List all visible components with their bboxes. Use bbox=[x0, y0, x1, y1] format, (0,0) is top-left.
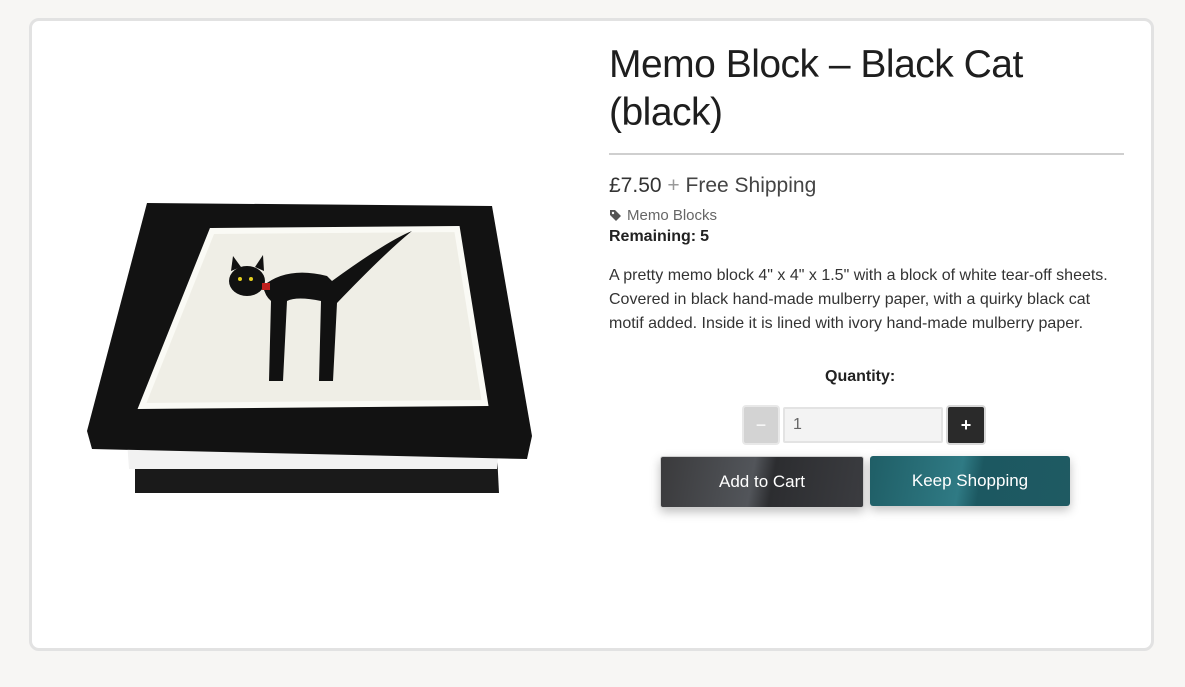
quantity-input[interactable] bbox=[783, 407, 943, 443]
title-divider bbox=[609, 153, 1124, 155]
stock-remaining: Remaining: 5 bbox=[609, 228, 1124, 246]
product-price: £7.50 bbox=[609, 174, 662, 197]
shipping-plus: + bbox=[667, 174, 680, 197]
product-image bbox=[87, 203, 532, 493]
product-details: Memo Block – Black Cat (black) £7.50 + F… bbox=[609, 41, 1124, 336]
product-title: Memo Block – Black Cat (black) bbox=[609, 43, 1023, 134]
remaining-value: 5 bbox=[700, 228, 710, 245]
product-description: A pretty memo block 4" x 4" x 1.5" with … bbox=[609, 267, 1108, 332]
category-link[interactable]: Memo Blocks bbox=[627, 207, 717, 224]
keep-shopping-button[interactable]: Keep Shopping bbox=[870, 456, 1070, 506]
product-card: Memo Block – Black Cat (black) £7.50 + F… bbox=[29, 18, 1154, 651]
quantity-label: Quantity: bbox=[825, 368, 896, 385]
price-line: £7.50 + Free Shipping bbox=[609, 173, 1124, 199]
quantity-decrease-button[interactable]: − bbox=[742, 405, 780, 445]
shipping-label: Free Shipping bbox=[685, 174, 817, 197]
remaining-label: Remaining: bbox=[609, 228, 697, 245]
add-to-cart-button[interactable]: Add to Cart bbox=[660, 456, 864, 508]
product-category: Memo Blocks bbox=[609, 207, 1124, 224]
quantity-stepper: − + bbox=[742, 405, 986, 445]
tag-icon bbox=[610, 210, 621, 221]
quantity-increase-button[interactable]: + bbox=[946, 405, 986, 445]
